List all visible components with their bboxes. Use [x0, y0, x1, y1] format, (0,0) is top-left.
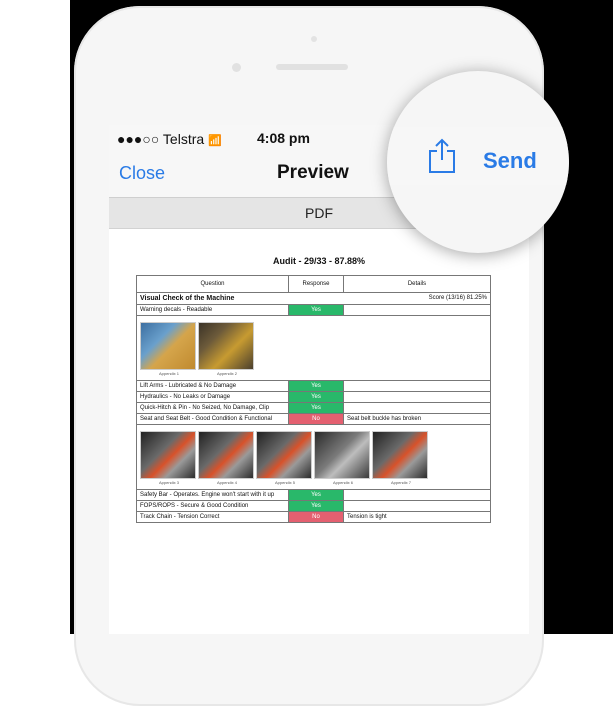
- response-cell: Yes: [288, 391, 344, 403]
- question-cell: Quick-Hitch & Pin - No Seized, No Damage…: [136, 402, 289, 414]
- appendix-captions: Appendix 3 Appendix 4 Appendix 5 Appendix 6…: [140, 480, 487, 485]
- question-cell: Warning decals - Readable: [136, 304, 289, 316]
- appendix-caption: Appendix 4: [216, 480, 237, 485]
- wifi-icon: 📶: [208, 135, 222, 147]
- status-time: 4:08 pm: [257, 130, 310, 146]
- audit-table: Question Response Details Visual Check o…: [136, 275, 491, 523]
- table-header-row: Question Response Details: [136, 275, 491, 293]
- image-cell: Appendix 3 Appendix 4 Appendix 5 Appendix 6…: [136, 424, 491, 490]
- carrier-text: ●●●○○ Telstra: [117, 131, 205, 147]
- details-cell: [343, 304, 491, 316]
- appendix-caption: Appendix 7: [390, 480, 411, 485]
- table-row: Hydraulics - No Leaks or Damage Yes: [136, 391, 491, 403]
- response-cell: Yes: [288, 489, 344, 501]
- appendix-caption: Appendix 6: [332, 480, 353, 485]
- response-cell: Yes: [288, 380, 344, 392]
- details-cell: [343, 380, 491, 392]
- table-row: Quick-Hitch & Pin - No Seized, No Damage…: [136, 402, 491, 414]
- details-cell: [343, 500, 491, 512]
- header-response: Response: [288, 275, 344, 293]
- appendix-caption: Appendix 1: [158, 371, 179, 376]
- question-cell: Safety Bar - Operates. Engine won't star…: [136, 489, 289, 501]
- front-camera: [232, 63, 241, 72]
- table-row: Track Chain - Tension Correct No Tension…: [136, 511, 491, 523]
- page-title: Preview: [277, 162, 349, 183]
- share-icon[interactable]: [427, 138, 457, 174]
- close-button[interactable]: Close: [119, 163, 165, 184]
- appendix-photo[interactable]: [140, 322, 196, 370]
- question-cell: Lift Arms - Lubricated & No Damage: [136, 380, 289, 392]
- carrier-label: ●●●○○ Telstra 📶: [117, 131, 222, 147]
- front-sensor: [311, 36, 317, 42]
- table-row: Lift Arms - Lubricated & No Damage Yes: [136, 380, 491, 392]
- appendix-photo[interactable]: [198, 322, 254, 370]
- appendix-photo[interactable]: [140, 431, 196, 479]
- send-button[interactable]: Send: [483, 148, 537, 174]
- image-cell: Appendix 1 Appendix 2: [136, 315, 491, 381]
- image-row: Appendix 3 Appendix 4 Appendix 5 Appendix 6…: [136, 424, 491, 490]
- audit-title: Audit - 29/33 - 87.88%: [272, 256, 366, 266]
- table-row: Warning decals - Readable Yes: [136, 304, 491, 316]
- appendix-photo[interactable]: [198, 431, 254, 479]
- section-title: Visual Check of the Machine: [140, 295, 235, 302]
- header-question: Question: [136, 275, 289, 293]
- magnifier-callout: Send: [387, 71, 569, 253]
- appendix-photo[interactable]: [256, 431, 312, 479]
- appendix-captions: Appendix 1 Appendix 2: [140, 371, 487, 376]
- appendix-photo[interactable]: [372, 431, 428, 479]
- response-cell: No: [288, 413, 344, 425]
- question-cell: Seat and Seat Belt - Good Condition & Fu…: [136, 413, 289, 425]
- table-row: Seat and Seat Belt - Good Condition & Fu…: [136, 413, 491, 425]
- magnified-navbar: [387, 127, 569, 185]
- response-cell: Yes: [288, 402, 344, 414]
- response-cell: Yes: [288, 500, 344, 512]
- appendix-caption: Appendix 5: [274, 480, 295, 485]
- details-cell: [343, 489, 491, 501]
- table-row: Safety Bar - Operates. Engine won't star…: [136, 489, 491, 501]
- section-score: Score (13/16) 81.25%: [428, 295, 487, 301]
- table-row: FOPS/ROPS - Secure & Good Condition Yes: [136, 500, 491, 512]
- details-cell: Tension is tight: [343, 511, 491, 523]
- details-cell: [343, 391, 491, 403]
- details-cell: Seat belt buckle has broken: [343, 413, 491, 425]
- details-cell: [343, 402, 491, 414]
- question-cell: Hydraulics - No Leaks or Damage: [136, 391, 289, 403]
- image-row: Appendix 1 Appendix 2: [136, 315, 491, 381]
- header-details: Details: [343, 275, 491, 293]
- question-cell: FOPS/ROPS - Secure & Good Condition: [136, 500, 289, 512]
- question-cell: Track Chain - Tension Correct: [136, 511, 289, 523]
- background-left: [0, 0, 70, 634]
- response-cell: Yes: [288, 304, 344, 316]
- appendix-photo[interactable]: [314, 431, 370, 479]
- section-row: Visual Check of the Machine Score (13/16…: [136, 292, 491, 305]
- section-cell: Visual Check of the Machine Score (13/16…: [136, 292, 491, 305]
- response-cell: No: [288, 511, 344, 523]
- appendix-caption: Appendix 2: [216, 371, 237, 376]
- earpiece-speaker: [276, 64, 348, 70]
- appendix-caption: Appendix 3: [158, 480, 179, 485]
